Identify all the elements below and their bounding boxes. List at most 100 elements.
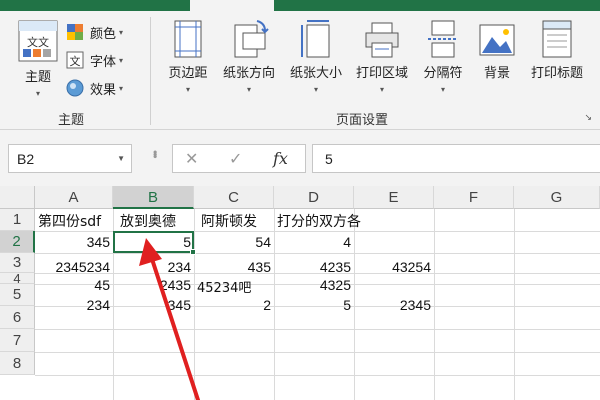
printer-icon	[365, 22, 399, 58]
print-titles-button[interactable]: 打印标题	[524, 19, 590, 81]
formula-input[interactable]: 5	[312, 144, 600, 173]
effects-button[interactable]: 效果 ▾	[66, 77, 123, 99]
cell-c3[interactable]: 435	[194, 259, 274, 275]
margins-icon	[174, 20, 202, 58]
insert-function-icon[interactable]: fx	[273, 149, 288, 168]
column-header-c[interactable]: C	[194, 186, 274, 209]
colors-label: 颜色	[90, 26, 117, 42]
title-bar-strip	[0, 0, 600, 11]
cell-e5[interactable]: 2345	[354, 297, 434, 313]
cell-d2[interactable]: 4	[274, 234, 354, 250]
active-ribbon-tab[interactable]	[190, 0, 274, 11]
chevron-down-icon: ▾	[119, 27, 124, 37]
theme-button[interactable]: 文文 主题 ▾	[12, 19, 64, 98]
size-button[interactable]: 纸张大小 ▾	[284, 19, 348, 94]
row-header-1[interactable]: 1	[0, 209, 35, 231]
chevron-down-icon: ▾	[440, 85, 445, 94]
cell-d1[interactable]: 打分的双方各	[274, 211, 364, 231]
grid-line	[35, 352, 600, 353]
cell-b1[interactable]: 放到奥德	[117, 211, 179, 231]
print-titles-label: 打印标题	[530, 66, 583, 81]
grid-line	[514, 209, 515, 400]
cancel-icon[interactable]: ✕	[185, 149, 198, 169]
column-header-d[interactable]: D	[274, 186, 354, 209]
margins-button[interactable]: 页边距 ▾	[160, 19, 216, 94]
theme-group-label: 主题	[58, 113, 85, 128]
dialog-launcher-icon[interactable]: ↘	[584, 112, 592, 123]
splitter-handle-icon[interactable]: •••	[148, 150, 162, 157]
theme-button-label: 主题	[24, 70, 51, 85]
column-header-g[interactable]: G	[514, 186, 600, 209]
print-titles-icon	[542, 20, 572, 58]
ribbon: 文文 主题 ▾ 颜色 ▾ 文 字体 ▾ 效果 ▾ 主题 页边距 ▾ 纸张方向 ▾…	[0, 11, 600, 130]
name-box[interactable]: B2 ▼	[8, 144, 132, 173]
grid-line	[35, 253, 600, 254]
effects-label: 效果	[90, 82, 117, 98]
fonts-button[interactable]: 文 字体 ▾	[66, 49, 123, 71]
print-area-label: 打印区域	[355, 66, 408, 81]
cell-a3[interactable]: 2345234	[35, 259, 113, 275]
cell-d3[interactable]: 4235	[274, 259, 354, 275]
breaks-button[interactable]: 分隔符 ▾	[416, 19, 470, 94]
chevron-down-icon[interactable]: ▼	[117, 154, 125, 163]
page-break-icon	[428, 20, 458, 58]
cell-b5[interactable]: 345	[113, 297, 194, 313]
svg-text:文: 文	[70, 54, 81, 68]
fonts-label: 字体	[90, 54, 117, 70]
row-header-6[interactable]: 6	[0, 306, 35, 329]
group-divider	[150, 17, 151, 125]
colors-icon	[67, 24, 83, 40]
fill-handle[interactable]	[190, 249, 196, 255]
print-area-button[interactable]: 打印区域 ▾	[350, 19, 414, 94]
colors-button[interactable]: 颜色 ▾	[66, 21, 123, 43]
cell-e3[interactable]: 43254	[354, 259, 434, 275]
theme-icon: 文文	[18, 20, 58, 62]
enter-icon[interactable]: ✓	[229, 149, 242, 169]
column-header-e[interactable]: E	[354, 186, 434, 209]
chevron-down-icon: ▾	[313, 85, 318, 94]
paper-size-icon	[301, 20, 330, 58]
background-image-icon	[479, 24, 515, 56]
column-header-b[interactable]: B	[113, 186, 194, 209]
background-label: 背景	[483, 66, 510, 81]
orientation-label: 纸张方向	[222, 66, 275, 81]
breaks-label: 分隔符	[423, 66, 463, 81]
row-header-3[interactable]: 3	[0, 253, 35, 273]
cell-d4[interactable]: 4325	[274, 277, 354, 293]
page-setup-group-label: 页面设置	[336, 113, 389, 128]
chevron-down-icon: ▾	[119, 83, 124, 93]
cell-b4[interactable]: 2435	[113, 277, 194, 293]
cell-a1[interactable]: 第四份sdf	[35, 211, 104, 231]
name-box-value: B2	[17, 151, 35, 167]
active-cell-border[interactable]	[113, 231, 196, 255]
row-header-4[interactable]: 4	[0, 272, 35, 285]
svg-text:文文: 文文	[27, 35, 49, 49]
column-header-f[interactable]: F	[434, 186, 514, 209]
chevron-down-icon: ▾	[379, 85, 384, 94]
grid-line	[35, 375, 600, 376]
row-header-8[interactable]: 8	[0, 352, 35, 375]
worksheet-grid: A B C D E F G 1 2 3 4 5 6 7 8 第四份sdf 放到奥…	[0, 186, 600, 400]
cell-c2[interactable]: 54	[194, 234, 274, 250]
orientation-button[interactable]: 纸张方向 ▾	[216, 19, 282, 94]
row-header-5[interactable]: 5	[0, 284, 35, 306]
cell-c4[interactable]: 45234吧	[194, 277, 254, 296]
cell-c1[interactable]: 阿斯顿发	[198, 211, 260, 231]
row-header-2[interactable]: 2	[0, 231, 35, 253]
column-header-a[interactable]: A	[35, 186, 113, 209]
background-button[interactable]: 背景	[474, 19, 520, 81]
row-header-7[interactable]: 7	[0, 329, 35, 352]
grid-line	[35, 329, 600, 330]
cell-b3[interactable]: 234	[113, 259, 194, 275]
cell-a4[interactable]: 45	[35, 277, 113, 293]
formula-bar: B2 ▼ ••• ✕ ✓ fx 5	[0, 130, 600, 186]
cell-d5[interactable]: 5	[274, 297, 354, 313]
cell-c5[interactable]: 2	[194, 297, 274, 313]
cell-a2[interactable]: 345	[35, 234, 113, 250]
select-all-corner[interactable]	[0, 186, 35, 209]
fonts-icon: 文	[66, 51, 84, 69]
margins-label: 页边距	[168, 66, 208, 81]
chevron-down-icon: ▾	[119, 55, 124, 65]
grid-line	[434, 209, 435, 400]
cell-a5[interactable]: 234	[35, 297, 113, 313]
